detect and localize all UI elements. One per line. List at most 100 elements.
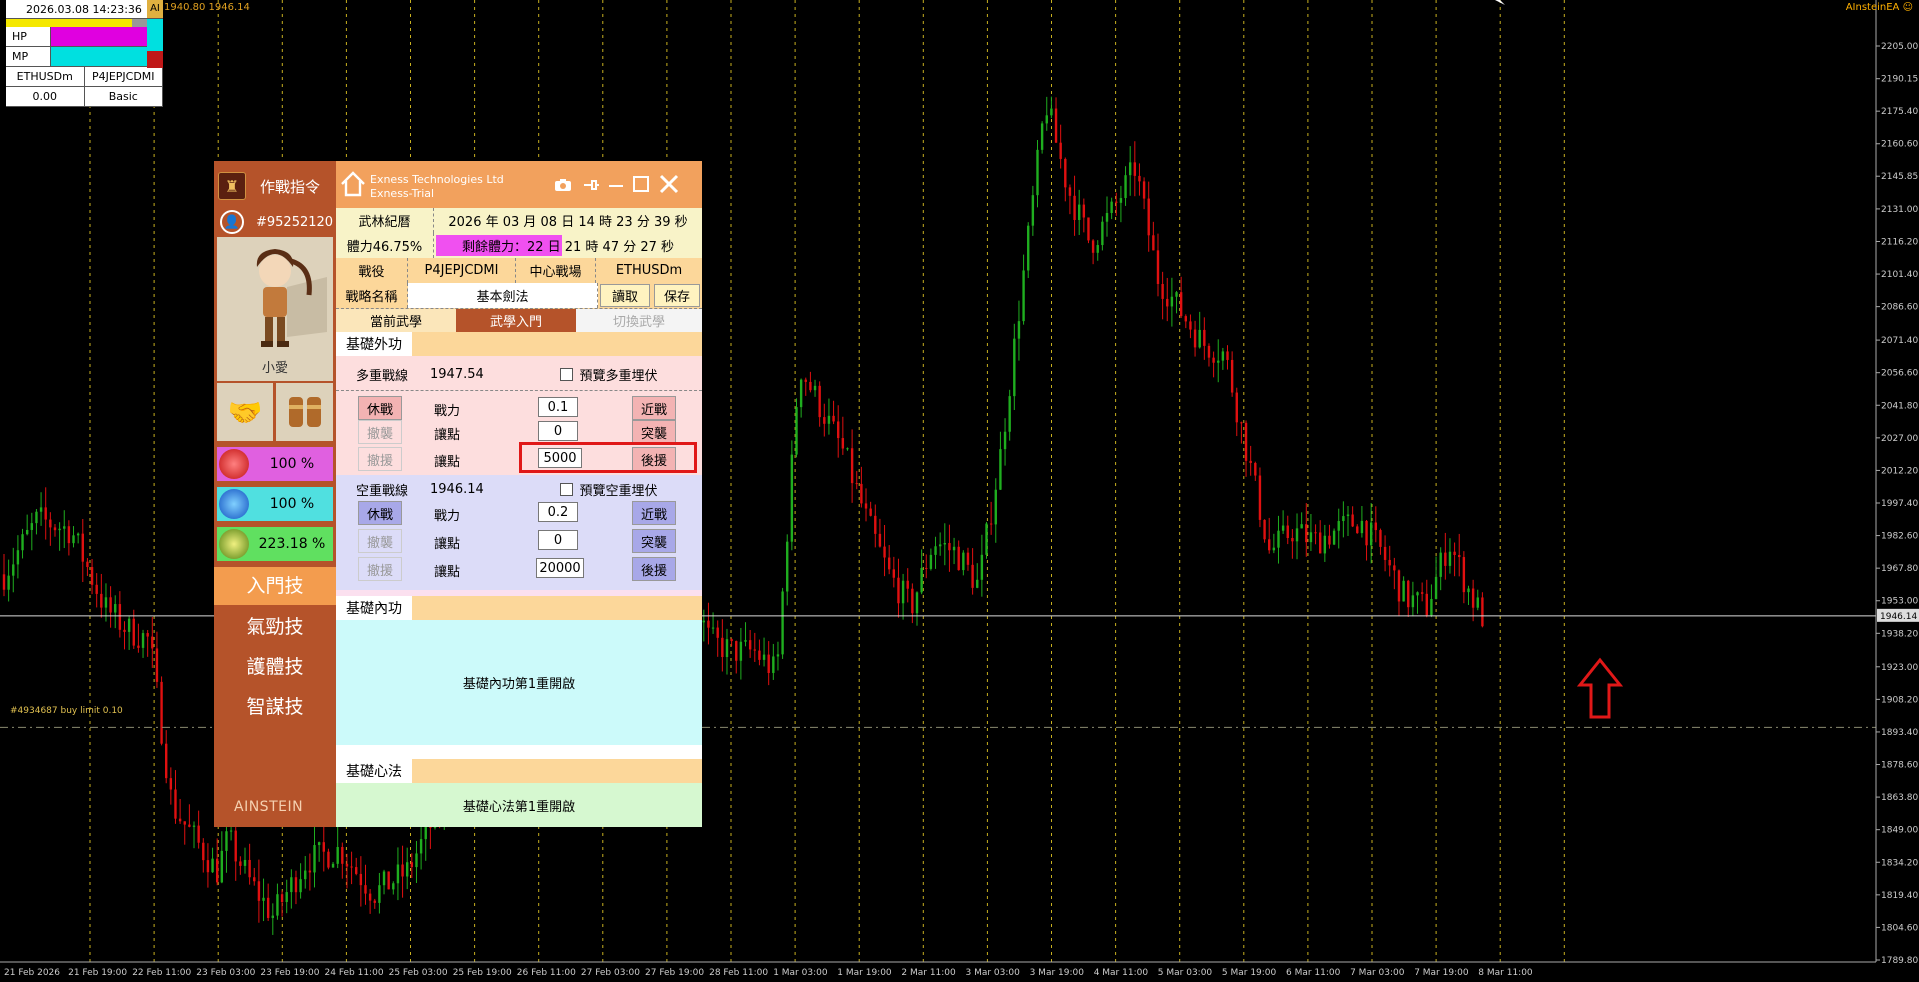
chart-prices: 1940.80 1946.14 — [164, 2, 250, 13]
candle-body — [869, 508, 872, 516]
tab-switch[interactable]: 切換武學 — [576, 309, 702, 332]
candle-body — [137, 645, 140, 648]
candle-body — [911, 588, 914, 614]
divider — [336, 390, 702, 392]
mode-label: Basic — [85, 87, 163, 106]
home-icon[interactable] — [338, 169, 368, 199]
candle-body — [109, 597, 112, 613]
time-tick-label: 27 Feb 19:00 — [645, 968, 704, 978]
short-rest-button[interactable]: 休戰 — [358, 501, 402, 525]
menu-guard[interactable]: 護體技 — [214, 649, 336, 685]
short-retreat-support-button[interactable]: 撤援 — [358, 557, 402, 581]
tab-current[interactable]: 當前武學 — [336, 309, 456, 332]
candle-body — [1481, 597, 1484, 627]
time-tick-label: 27 Feb 03:00 — [581, 968, 640, 978]
short-points-input-1[interactable]: 0 — [538, 530, 578, 550]
tab-intro[interactable]: 武學入門 — [456, 309, 576, 332]
short-points-input-2[interactable]: 20000 — [536, 558, 584, 578]
strategy-input[interactable]: 基本劍法 — [408, 283, 598, 308]
candle-body — [957, 546, 960, 571]
candle-body — [850, 448, 854, 484]
candle-body — [1008, 396, 1011, 432]
short-power-input[interactable]: 0.2 — [538, 502, 578, 522]
short-support-button[interactable]: 後援 — [632, 557, 676, 581]
candle-body — [1064, 158, 1067, 188]
menu-strategy[interactable]: 智謀技 — [214, 689, 336, 725]
time-tick-label: 7 Mar 19:00 — [1414, 968, 1469, 978]
pin-icon[interactable] — [582, 177, 600, 191]
candle-body — [123, 629, 126, 632]
short-raid-button[interactable]: 突襲 — [632, 529, 676, 553]
menu-qi[interactable]: 氣勁技 — [214, 609, 336, 645]
candle-body — [1314, 532, 1317, 534]
candle-body — [1031, 195, 1035, 226]
short-preview-checkbox[interactable] — [560, 482, 574, 496]
candle-body — [934, 546, 937, 555]
candle-body — [39, 507, 43, 512]
candle-body — [762, 654, 766, 660]
candle-body — [406, 862, 409, 877]
long-rest-button[interactable]: 休戰 — [358, 396, 402, 420]
menu-basic[interactable]: 入門技 — [214, 567, 336, 605]
short-points-label-2: 讓點 — [434, 565, 461, 580]
short-preview[interactable]: 預覽空重埋伏 — [516, 479, 702, 499]
candle-body — [989, 523, 993, 525]
long-retreat-support-button[interactable]: 撤援 — [358, 447, 402, 471]
candle-body — [1175, 292, 1178, 297]
ea-panel[interactable]: ♜ 作戰指令 👤 #95252120 小愛 🤝 100 % 100 % 223.… — [214, 161, 702, 827]
long-power-input[interactable]: 0.1 — [538, 397, 578, 417]
save-button[interactable]: 保存 — [654, 284, 700, 307]
short-retreat-attack-button[interactable]: 撤襲 — [358, 529, 402, 553]
candle-body — [1170, 296, 1174, 307]
candle-body — [897, 577, 900, 604]
outer-section-header: 基礎外功 — [336, 332, 702, 356]
candle-body — [1318, 532, 1322, 554]
candle-body — [225, 831, 228, 851]
candle-body — [832, 415, 835, 422]
outer-title: 基礎外功 — [336, 332, 412, 356]
long-retreat-attack-button[interactable]: 撤襲 — [358, 420, 402, 444]
short-line-row: 空重戰線 1946.14 — [336, 479, 514, 499]
strategy-label: 戰略名稱 — [336, 283, 408, 308]
time-tick-label: 23 Feb 03:00 — [196, 968, 255, 978]
candle-body — [1360, 520, 1364, 534]
short-near-button[interactable]: 近戰 — [632, 501, 676, 525]
long-raid-button[interactable]: 突襲 — [632, 420, 676, 444]
candle-body — [943, 543, 946, 545]
long-preview-label: 預覽多重埋伏 — [579, 368, 658, 384]
long-preview-checkbox[interactable] — [560, 367, 574, 381]
candle-body — [410, 862, 414, 868]
long-points-label-1: 讓點 — [434, 428, 461, 443]
camera-icon[interactable] — [554, 177, 572, 191]
candle-body — [1235, 392, 1238, 423]
candle-body — [1448, 551, 1452, 566]
candle-body — [1462, 557, 1466, 593]
buy-limit-label: #4934687 buy limit 0.10 — [10, 706, 123, 716]
read-button[interactable]: 讀取 — [600, 284, 650, 307]
long-preview[interactable]: 預覽多重埋伏 — [516, 364, 702, 384]
candle-body — [290, 877, 293, 893]
price-tick-label: 1893.40 — [1881, 728, 1918, 738]
candle-body — [1369, 522, 1373, 546]
price-tick-label: 2116.20 — [1881, 237, 1918, 247]
candle-body — [206, 860, 210, 873]
ea-name: AInsteinEA ☺ — [1845, 2, 1913, 13]
candle-body — [878, 533, 882, 547]
strategy-row: 戰略名稱 基本劍法 讀取 保存 — [336, 283, 702, 309]
candle-body — [1198, 329, 1201, 348]
long-points-input-1[interactable]: 0 — [538, 421, 578, 441]
close-icon[interactable] — [658, 173, 680, 195]
candle-body — [1240, 422, 1243, 424]
time-tick-label: 21 Feb 19:00 — [68, 968, 127, 978]
candle-body — [804, 379, 807, 382]
candle-body — [364, 885, 367, 894]
long-near-button[interactable]: 近戰 — [632, 396, 676, 420]
long-power-label: 戰力 — [434, 404, 461, 419]
candle-body — [1087, 217, 1090, 241]
candle-body — [192, 825, 196, 827]
panel-header[interactable]: Exness Technologies Ltd Exness-Trial — [336, 161, 702, 208]
symbol-label: ETHUSDm — [6, 67, 85, 86]
maximize-icon[interactable] — [632, 175, 650, 193]
minimize-icon[interactable] — [608, 177, 624, 191]
candle-body — [378, 885, 381, 903]
